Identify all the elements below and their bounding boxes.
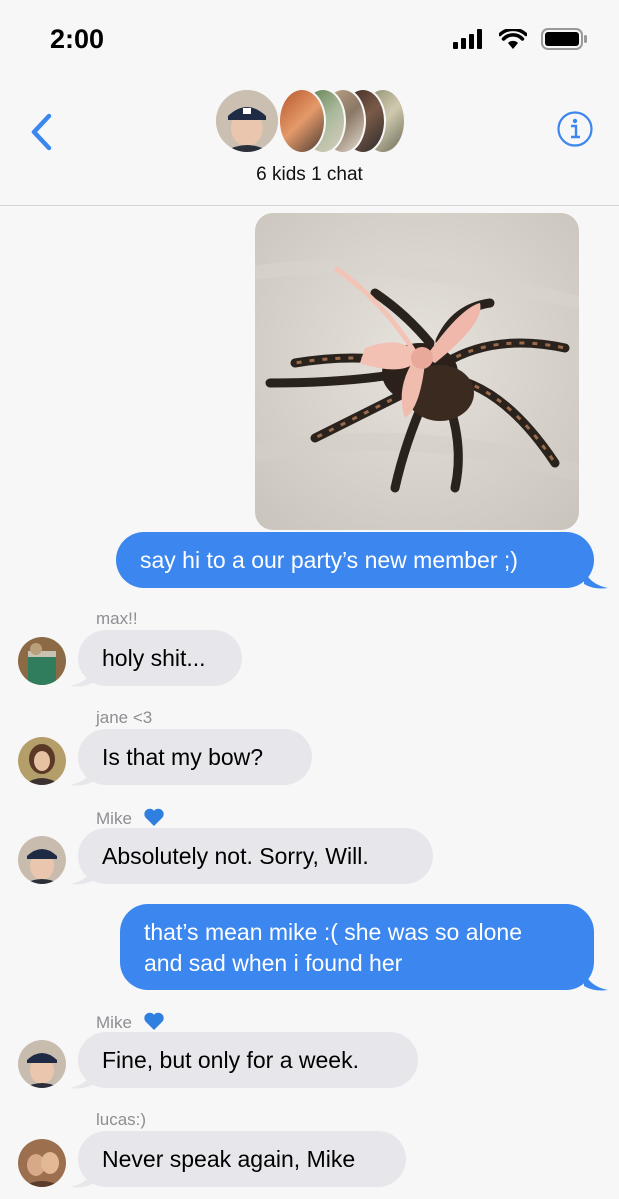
incoming-message[interactable]: Never speak again, Mike <box>78 1131 406 1187</box>
message-text: say hi to a our party’s new member ;) <box>140 547 518 573</box>
info-icon[interactable] <box>556 110 594 148</box>
avatar[interactable] <box>18 1040 66 1088</box>
message-text-line: that’s mean mike :( she was so alone <box>144 919 522 945</box>
bubble-tail <box>70 1068 94 1089</box>
sender-name: Mike <box>96 807 165 829</box>
sender-name: jane <3 <box>96 708 153 727</box>
bubble-tail <box>70 1167 94 1188</box>
group-avatar <box>214 88 280 154</box>
avatar[interactable] <box>18 1139 66 1187</box>
bubble-tail <box>584 568 608 589</box>
sender-name-text: Mike <box>96 809 132 828</box>
wifi-icon <box>499 29 527 49</box>
conversation-title[interactable]: 6 kids 1 chat <box>0 164 619 186</box>
message-text: Fine, but only for a week. <box>102 1047 359 1073</box>
sender-name-text: Mike <box>96 1013 132 1032</box>
bubble-tail <box>584 970 608 991</box>
status-time: 2:00 <box>50 24 105 54</box>
outgoing-message[interactable]: say hi to a our party’s new member ;) <box>116 532 594 588</box>
status-bar: 2:00 <box>0 0 619 70</box>
avatar[interactable] <box>18 637 66 685</box>
avatar[interactable] <box>18 737 66 785</box>
sender-name: lucas:) <box>96 1110 147 1129</box>
incoming-message[interactable]: Is that my bow? <box>78 729 312 785</box>
blue-heart-icon <box>143 1012 164 1030</box>
sender-name: Mike <box>96 1011 165 1033</box>
incoming-message[interactable]: Fine, but only for a week. <box>78 1032 418 1088</box>
message-text: Is that my bow? <box>102 744 264 770</box>
battery-icon <box>541 28 587 50</box>
cellular-signal-icon <box>453 29 482 49</box>
group-avatar <box>278 88 326 154</box>
outgoing-message[interactable]: that’s mean mike :( she was so alone and… <box>120 904 594 990</box>
conversation-header: 6 kids 1 chat <box>0 70 619 206</box>
blue-heart-icon <box>143 808 164 826</box>
bubble-tail <box>70 666 94 687</box>
bubble-tail <box>70 864 94 885</box>
message-text-line: and sad when i found her <box>144 950 403 976</box>
status-icons <box>453 28 589 50</box>
sender-name: max!! <box>96 609 138 628</box>
incoming-message[interactable]: holy shit... <box>78 630 242 686</box>
chevron-left-icon[interactable] <box>28 112 54 152</box>
bubble-tail <box>70 765 94 786</box>
message-text: holy shit... <box>102 645 206 671</box>
message-text: Never speak again, Mike <box>102 1146 356 1172</box>
message-text: Absolutely not. Sorry, Will. <box>102 843 369 869</box>
avatar[interactable] <box>18 836 66 884</box>
incoming-message[interactable]: Absolutely not. Sorry, Will. <box>78 828 433 884</box>
shared-photo[interactable] <box>255 213 579 530</box>
group-avatar-stack[interactable] <box>214 88 414 154</box>
